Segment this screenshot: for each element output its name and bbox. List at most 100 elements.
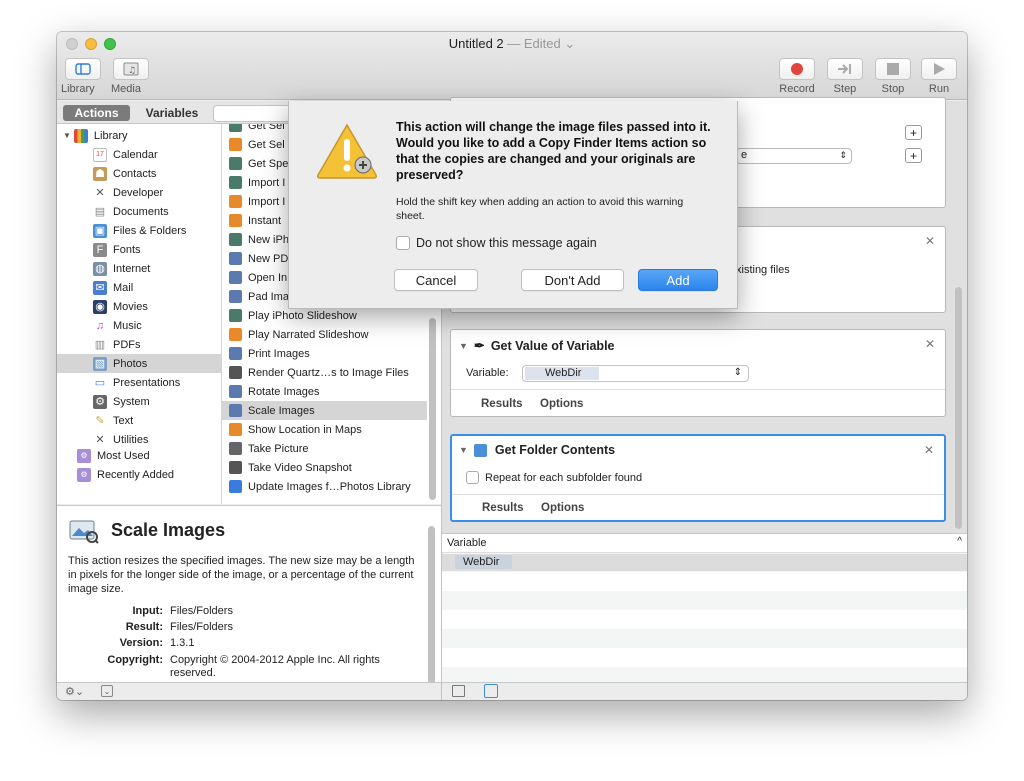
variables-view-icon[interactable] bbox=[484, 684, 498, 698]
library-icon bbox=[75, 63, 91, 75]
library-item[interactable]: ◉ Movies bbox=[57, 297, 222, 316]
tab-actions[interactable]: Actions bbox=[63, 105, 130, 121]
mail-icon: ✉ bbox=[93, 280, 107, 295]
get-value-title[interactable]: ▼ ✒ Get Value of Variable bbox=[459, 338, 615, 354]
log-view-icon[interactable] bbox=[452, 685, 465, 697]
library-item-label: System bbox=[113, 395, 150, 408]
action-item[interactable]: Rotate Images bbox=[222, 382, 427, 401]
library-item-label: Contacts bbox=[113, 167, 157, 180]
library-list: ▼ Library 17 Calendar ☗ Contacts ✕ Developer ▤… bbox=[57, 124, 222, 504]
library-item-label: Text bbox=[113, 414, 134, 427]
results-button[interactable]: Results bbox=[482, 502, 524, 514]
collapse-description-icon[interactable]: ⌄ bbox=[101, 685, 113, 697]
add-icon[interactable]: + bbox=[905, 148, 922, 163]
variable-icon: ✒ bbox=[473, 338, 485, 353]
library-button[interactable] bbox=[65, 58, 101, 80]
library-item[interactable]: ✕ Developer bbox=[57, 183, 222, 202]
dont-add-button[interactable]: Don't Add bbox=[521, 269, 624, 291]
library-item[interactable]: ✉ Mail bbox=[57, 278, 222, 297]
input-value: Files/Folders bbox=[170, 605, 233, 617]
library-item-label: PDFs bbox=[113, 338, 141, 351]
cancel-button[interactable]: Cancel bbox=[394, 269, 478, 291]
card-popup[interactable]: e ⇕ bbox=[736, 148, 852, 164]
variable-row[interactable]: WebDir bbox=[442, 554, 967, 571]
add-button[interactable]: Add bbox=[638, 269, 718, 291]
media-button-label: Media bbox=[111, 83, 141, 95]
library-item[interactable]: ▥ PDFs bbox=[57, 335, 222, 354]
variable-token[interactable]: WebDir bbox=[455, 555, 513, 569]
title-chevron-down-icon[interactable]: ⌄ bbox=[564, 36, 575, 51]
get-folder-title-text: Get Folder Contents bbox=[494, 443, 616, 457]
step-button[interactable] bbox=[827, 58, 863, 80]
disclosure-triangle-icon[interactable]: ▼ bbox=[459, 445, 468, 455]
library-item[interactable]: ▭ Presentations bbox=[57, 373, 222, 392]
library-item[interactable]: 17 Calendar bbox=[57, 145, 222, 164]
description-scrollbar[interactable] bbox=[428, 526, 435, 682]
run-button[interactable] bbox=[921, 58, 957, 80]
results-button[interactable]: Results bbox=[481, 398, 523, 410]
options-button[interactable]: Options bbox=[540, 398, 583, 410]
library-button-label: Library bbox=[61, 83, 95, 95]
close-icon[interactable]: ✕ bbox=[924, 443, 934, 457]
variables-header: Variable ^ bbox=[442, 534, 967, 553]
action-item-label: Take Picture bbox=[248, 442, 309, 455]
actions-scrollbar[interactable] bbox=[429, 318, 436, 500]
action-item-label: Show Location in Maps bbox=[248, 423, 362, 436]
action-item[interactable]: Show Location in Maps bbox=[222, 420, 427, 439]
library-item[interactable]: ⚙ System bbox=[57, 392, 222, 411]
warning-sheet: This action will change the image files … bbox=[288, 101, 738, 309]
action-item[interactable]: Print Images bbox=[222, 344, 427, 363]
window-title-text: Untitled 2 bbox=[448, 36, 504, 51]
library-smart-most-used[interactable]: ⚙ Most Used bbox=[57, 446, 222, 465]
dont-show-checkbox[interactable] bbox=[396, 236, 410, 250]
variable-popup[interactable]: WebDir ⇕ bbox=[522, 365, 749, 382]
library-item[interactable]: ♫ Music bbox=[57, 316, 222, 335]
library-root[interactable]: ▼ Library bbox=[57, 126, 222, 145]
options-button[interactable]: Options bbox=[541, 502, 584, 514]
media-button[interactable]: ♫ bbox=[113, 58, 149, 80]
library-smart-recently-added[interactable]: ⚙ Recently Added bbox=[57, 465, 222, 484]
library-item-label: Internet bbox=[113, 262, 151, 275]
copyright-value: Copyright © 2004-2012 Apple Inc. All rig… bbox=[170, 654, 380, 679]
gear-icon[interactable]: ⚙⌄ bbox=[65, 685, 84, 698]
get-folder-title[interactable]: ▼ Get Folder Contents bbox=[459, 443, 615, 457]
action-item-label: New PD bbox=[248, 252, 289, 265]
tab-variables[interactable]: Variables bbox=[137, 105, 207, 121]
action-item[interactable]: Scale Images bbox=[222, 401, 427, 420]
close-icon[interactable]: ✕ bbox=[925, 337, 935, 351]
repeat-subfolder-checkbox[interactable] bbox=[466, 471, 479, 484]
action-item-label: Play Narrated Slideshow bbox=[248, 328, 369, 341]
library-item[interactable]: ▧ Photos bbox=[57, 354, 222, 373]
library-item-label: Mail bbox=[113, 281, 134, 294]
record-button[interactable] bbox=[779, 58, 815, 80]
action-item[interactable]: Render Quartz…s to Image Files bbox=[222, 363, 427, 382]
library-item[interactable]: ◍ Internet bbox=[57, 259, 222, 278]
close-icon[interactable]: ✕ bbox=[925, 234, 935, 248]
library-item[interactable]: F Fonts bbox=[57, 240, 222, 259]
disclosure-triangle-icon[interactable]: ▼ bbox=[63, 131, 71, 140]
library-item[interactable]: ▤ Documents bbox=[57, 202, 222, 221]
titlebar: Untitled 2 — Edited ⌄ Library ♫ Media Re… bbox=[57, 32, 967, 100]
library-item[interactable]: ☗ Contacts bbox=[57, 164, 222, 183]
action-item[interactable]: Update Images f…Photos Library bbox=[222, 477, 427, 496]
dont-show-label: Do not show this message again bbox=[416, 236, 597, 250]
workflow-scrollbar[interactable] bbox=[955, 287, 962, 529]
version-value: 1.3.1 bbox=[170, 637, 195, 649]
svg-text:♫: ♫ bbox=[128, 66, 136, 76]
library-item[interactable]: ▣ Files & Folders bbox=[57, 221, 222, 240]
action-icon bbox=[229, 233, 242, 246]
stop-button[interactable] bbox=[875, 58, 911, 80]
documents-icon: ▤ bbox=[93, 204, 107, 219]
action-item[interactable]: Take Picture bbox=[222, 439, 427, 458]
contacts-icon: ☗ bbox=[93, 166, 107, 181]
text-icon: ✎ bbox=[93, 413, 107, 428]
library-item[interactable]: ✎ Text bbox=[57, 411, 222, 430]
action-item[interactable]: Take Video Snapshot bbox=[222, 458, 427, 477]
system-icon: ⚙ bbox=[93, 394, 107, 409]
action-item[interactable]: Play Narrated Slideshow bbox=[222, 325, 427, 344]
scale-images-icon bbox=[69, 518, 99, 544]
chevron-up-icon[interactable]: ^ bbox=[957, 536, 962, 547]
popup-chevron-icon: ⇕ bbox=[733, 367, 742, 378]
add-icon[interactable]: + bbox=[905, 125, 922, 140]
disclosure-triangle-icon[interactable]: ▼ bbox=[459, 341, 468, 351]
